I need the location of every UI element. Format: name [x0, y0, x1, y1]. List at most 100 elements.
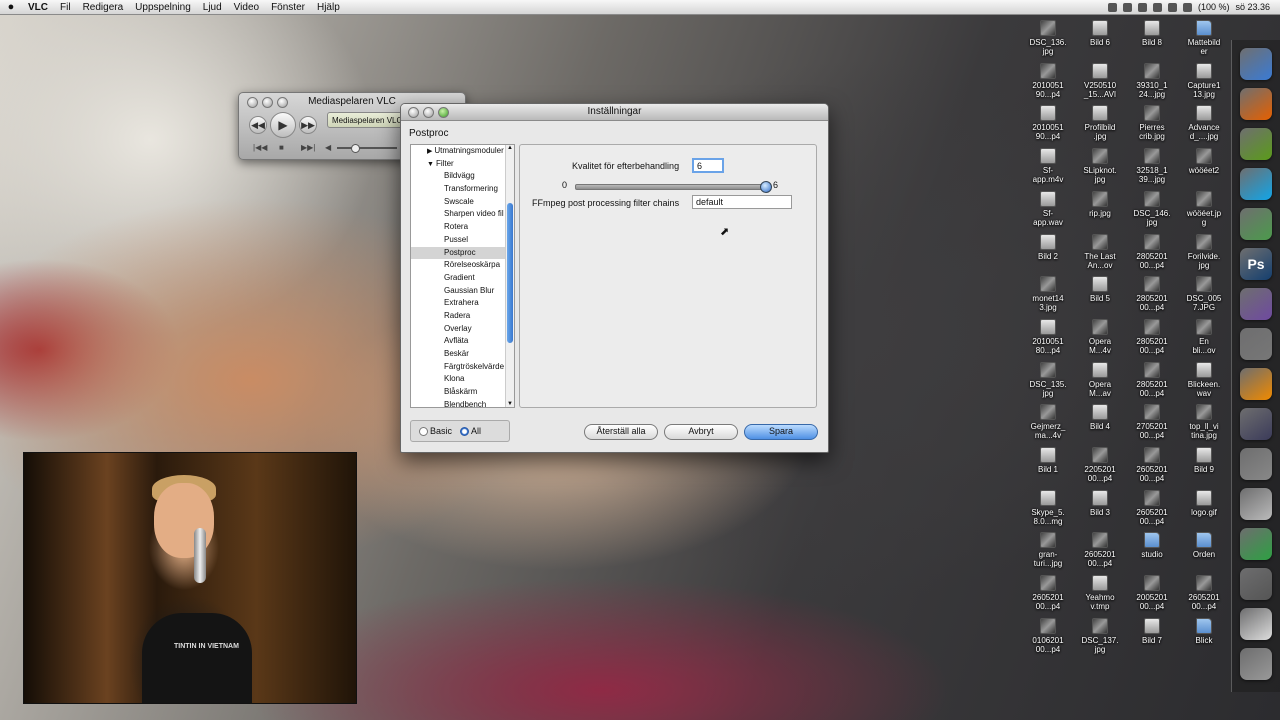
desktop-icon[interactable]: logo.gif — [1178, 489, 1230, 517]
guitar-icon[interactable] — [1240, 408, 1272, 440]
tree-item[interactable]: Beskär — [411, 348, 514, 361]
desktop-icon[interactable]: Bild 6 — [1074, 20, 1126, 47]
desktop-icon[interactable]: The Last An...ov — [1074, 233, 1126, 270]
desktop-icon[interactable]: Capture1 13.jpg — [1178, 62, 1230, 99]
tree-item[interactable]: Sharpen video fil — [411, 208, 514, 221]
desktop-icon[interactable]: 2805201 00...p4 — [1126, 233, 1178, 270]
tree-item[interactable]: Blendbench — [411, 399, 514, 407]
trash-icon[interactable] — [1240, 648, 1272, 680]
desktop-icon[interactable]: rip.jpg — [1074, 190, 1126, 218]
tree-item[interactable]: Swscale — [411, 196, 514, 209]
desktop-icon[interactable]: 2705201 00...p4 — [1126, 404, 1178, 440]
desktop-icon[interactable]: 2605201 00...p4 — [1126, 447, 1178, 483]
desktop-icon[interactable]: DSC_136. jpg — [1022, 20, 1074, 56]
desktop-icon[interactable]: 0106201 00...p4 — [1022, 617, 1074, 654]
desktop-icon[interactable]: 39310_1 24...jpg — [1126, 62, 1178, 99]
desktop-icon[interactable]: 2605201 00...p4 — [1126, 489, 1178, 526]
radio-all-option[interactable]: All — [460, 426, 481, 437]
mic-icon[interactable] — [1240, 568, 1272, 600]
desktop-icon[interactable]: Blick — [1178, 617, 1230, 645]
volume-knob[interactable] — [351, 144, 360, 153]
desktop-icon[interactable]: Sf- app.m4v — [1022, 148, 1074, 184]
close-icon[interactable] — [408, 107, 419, 118]
desktop-icon[interactable]: 2805201 00...p4 — [1126, 361, 1178, 398]
volume-slider[interactable] — [337, 144, 397, 153]
skype-icon[interactable] — [1240, 168, 1272, 200]
desktop-icon[interactable]: Skype_5. 8.0...mg — [1022, 489, 1074, 526]
desktop-icon[interactable]: Bild 1 — [1022, 447, 1074, 474]
ffmpeg-field[interactable]: default — [692, 195, 792, 209]
zip-icon[interactable] — [1240, 608, 1272, 640]
tree-item[interactable]: Rotera — [411, 221, 514, 234]
desktop-icon[interactable]: 2005201 00...p4 — [1126, 575, 1178, 611]
desktop-icon[interactable]: Gejmerz_ ma...4v — [1022, 404, 1074, 440]
quality-slider[interactable] — [575, 181, 772, 193]
desktop-icon[interactable]: Bild 2 — [1022, 233, 1074, 261]
tree-item[interactable]: Radera — [411, 310, 514, 323]
desktop-icon[interactable]: Bild 7 — [1126, 617, 1178, 645]
desktop-icon[interactable]: 2605201 00...p4 — [1022, 575, 1074, 611]
preferences-titlebar[interactable]: Inställningar — [401, 104, 828, 121]
spotify-icon[interactable] — [1240, 128, 1272, 160]
tree-item[interactable]: Pussel — [411, 234, 514, 247]
settings-tree[interactable]: ▶ Utmatningsmoduler ▼ Filter Bildvägg Transfo… — [410, 144, 515, 408]
desktop-icon[interactable]: Pierres crib.jpg — [1126, 105, 1178, 141]
desktop-icon[interactable]: 2605201 00...p4 — [1178, 575, 1230, 611]
desktop-icon[interactable]: monet14 3.jpg — [1022, 276, 1074, 312]
desktop-icon[interactable]: Opera M...4v — [1074, 318, 1126, 355]
desktop-icon[interactable]: Advance d_....jpg — [1178, 105, 1230, 141]
menu-fonster[interactable]: Fönster — [265, 2, 311, 13]
desktop-icon[interactable]: Sf- app.wav — [1022, 190, 1074, 227]
imovie-icon[interactable] — [1240, 288, 1272, 320]
previous-icon[interactable]: |◀◀ — [253, 143, 267, 152]
desktop-icon[interactable]: 2010051 90...p4 — [1022, 62, 1074, 99]
tree-scrollbar[interactable]: ▲ ▼ — [505, 145, 514, 407]
desktop-icon[interactable]: wööéet2 — [1178, 148, 1230, 175]
tree-item[interactable]: Rörelseoskärpa — [411, 259, 514, 272]
desktop-icon[interactable]: En bli...ov — [1178, 318, 1230, 355]
camera-icon[interactable] — [1240, 448, 1272, 480]
desktop-icon[interactable]: gran- turi...jpg — [1022, 532, 1074, 568]
save-button[interactable]: Spara — [744, 424, 818, 440]
bulb-icon[interactable] — [1240, 488, 1272, 520]
rewind-icon[interactable]: ◀◀ — [249, 116, 267, 134]
desktop-icon[interactable]: Bild 5 — [1074, 276, 1126, 303]
tree-item[interactable]: Klona — [411, 373, 514, 386]
menu-video[interactable]: Video — [228, 2, 265, 13]
desktop-icon[interactable]: top_ll_vi tina.jpg — [1178, 404, 1230, 440]
chrome-icon[interactable] — [1240, 528, 1272, 560]
battery-icon[interactable] — [1182, 2, 1192, 12]
fast-forward-icon[interactable]: ▶▶ — [299, 116, 317, 134]
desktop-icon[interactable]: 2805201 00...p4 — [1126, 318, 1178, 355]
desktop-icon[interactable]: Bild 3 — [1074, 489, 1126, 517]
tree-item[interactable]: Bildvägg — [411, 170, 514, 183]
desktop-icon[interactable]: 2205201 00...p4 — [1074, 447, 1126, 483]
stop-icon[interactable]: ■ — [279, 143, 284, 152]
desktop-icon[interactable]: 2605201 00...p4 — [1074, 532, 1126, 568]
desktop-icon[interactable]: DSC_005 7.JPG — [1178, 276, 1230, 312]
desktop-icon[interactable]: 32518_1 39...jpg — [1126, 148, 1178, 184]
quality-field[interactable]: 6 — [692, 158, 724, 173]
desktop-icon[interactable]: Profilbild .jpg — [1074, 105, 1126, 141]
menu-redigera[interactable]: Redigera — [77, 2, 130, 13]
menu-ljud[interactable]: Ljud — [197, 2, 228, 13]
tree-item[interactable]: Transformering — [411, 183, 514, 196]
zoom-icon[interactable] — [438, 107, 449, 118]
play-icon[interactable]: ▶ — [270, 112, 296, 138]
apple-menu-icon[interactable]: ● — [0, 1, 22, 13]
desktop-icon[interactable]: Blickeen. wav — [1178, 361, 1230, 398]
finder-icon[interactable] — [1240, 48, 1272, 80]
menu-uppspelning[interactable]: Uppspelning — [129, 2, 197, 13]
desktop-icon[interactable]: 2010051 80...p4 — [1022, 318, 1074, 355]
scroll-down-icon[interactable]: ▼ — [506, 401, 514, 407]
desktop-icon[interactable]: DSC_135. jpg — [1022, 361, 1074, 398]
disclosure-closed-icon[interactable]: ▶ — [427, 148, 432, 155]
tree-item[interactable]: Blåskärm — [411, 386, 514, 399]
reset-all-button[interactable]: Återställ alla — [584, 424, 658, 440]
desktop-icon[interactable]: studio — [1126, 532, 1178, 559]
menu-fil[interactable]: Fil — [54, 2, 77, 13]
tree-item[interactable]: ▶ Utmatningsmoduler — [411, 145, 514, 158]
desktop-icon[interactable]: wööéet.jp g — [1178, 190, 1230, 227]
contacts-icon[interactable] — [1240, 208, 1272, 240]
minimize-icon[interactable] — [423, 107, 434, 118]
